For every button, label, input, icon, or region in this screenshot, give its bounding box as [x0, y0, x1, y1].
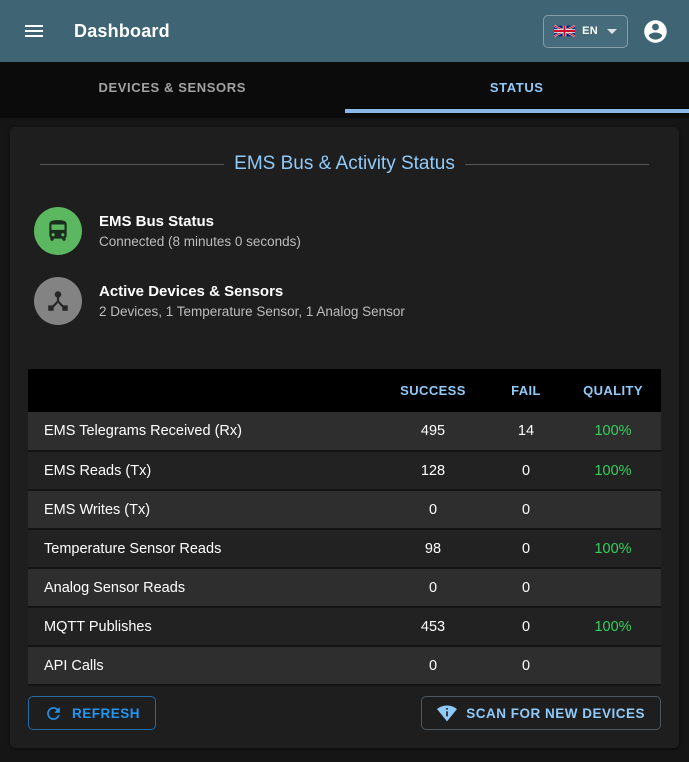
scan-label: SCAN FOR NEW DEVICES	[466, 706, 645, 721]
header-quality: QUALITY	[565, 369, 661, 412]
status-item-title: Active Devices & Sensors	[99, 283, 405, 300]
list-item-active-devices: Active Devices & Sensors 2 Devices, 1 Te…	[34, 277, 661, 325]
table-row: EMS Writes (Tx) 0 0	[28, 490, 661, 529]
app-bar: Dashboard EN	[0, 0, 689, 62]
row-quality: 100%	[565, 529, 661, 568]
devices-avatar	[34, 277, 82, 325]
menu-icon	[22, 19, 46, 43]
status-item-subtitle: Connected (8 minutes 0 seconds)	[99, 234, 301, 249]
active-tab-indicator	[345, 109, 689, 113]
table-row: EMS Reads (Tx) 128 0 100%	[28, 451, 661, 490]
table-header-row: SUCCESS FAIL QUALITY	[28, 369, 661, 412]
tab-label: DEVICES & SENSORS	[99, 80, 246, 95]
row-success: 128	[379, 451, 487, 490]
refresh-label: REFRESH	[72, 706, 140, 721]
row-success: 0	[379, 490, 487, 529]
table-row: MQTT Publishes 453 0 100%	[28, 607, 661, 646]
table-row: Temperature Sensor Reads 98 0 100%	[28, 529, 661, 568]
status-table-wrap: SUCCESS FAIL QUALITY EMS Telegrams Recei…	[28, 369, 661, 686]
row-label: EMS Writes (Tx)	[28, 490, 379, 529]
table-row: Analog Sensor Reads 0 0	[28, 568, 661, 607]
card-actions: REFRESH SCAN FOR NEW DEVICES	[28, 696, 661, 732]
row-fail: 0	[487, 529, 565, 568]
tab-status[interactable]: STATUS	[345, 62, 689, 112]
chevron-down-icon	[607, 29, 617, 34]
header-fail: FAIL	[487, 369, 565, 412]
table-row: EMS Telegrams Received (Rx) 495 14 100%	[28, 412, 661, 451]
account-circle-icon	[642, 18, 669, 45]
uk-flag-icon	[554, 25, 575, 37]
tab-devices-sensors[interactable]: DEVICES & SENSORS	[0, 62, 345, 112]
row-quality: 100%	[565, 451, 661, 490]
page-title: Dashboard	[74, 21, 170, 42]
tab-bar: DEVICES & SENSORS STATUS	[0, 62, 689, 118]
status-table-body: EMS Telegrams Received (Rx) 495 14 100% …	[28, 412, 661, 685]
tab-label: STATUS	[490, 80, 544, 95]
language-code: EN	[582, 25, 598, 37]
device-hub-icon	[45, 288, 71, 314]
account-button[interactable]	[636, 12, 675, 51]
row-quality	[565, 568, 661, 607]
row-quality: 100%	[565, 412, 661, 451]
header-blank	[28, 369, 379, 412]
row-success: 98	[379, 529, 487, 568]
row-label: EMS Telegrams Received (Rx)	[28, 412, 379, 451]
list-item-bus-status: EMS Bus Status Connected (8 minutes 0 se…	[34, 207, 661, 255]
divider-right	[465, 164, 649, 165]
status-card: EMS Bus & Activity Status EMS Bus Status…	[10, 127, 679, 748]
row-fail: 0	[487, 607, 565, 646]
card-title: EMS Bus & Activity Status	[224, 153, 465, 175]
card-title-row: EMS Bus & Activity Status	[40, 153, 649, 175]
row-label: EMS Reads (Tx)	[28, 451, 379, 490]
scan-devices-button[interactable]: SCAN FOR NEW DEVICES	[421, 696, 661, 730]
status-item-subtitle: 2 Devices, 1 Temperature Sensor, 1 Analo…	[99, 304, 405, 319]
header-success: SUCCESS	[379, 369, 487, 412]
row-quality	[565, 490, 661, 529]
bus-status-text: EMS Bus Status Connected (8 minutes 0 se…	[99, 213, 301, 249]
status-list: EMS Bus Status Connected (8 minutes 0 se…	[34, 207, 661, 347]
row-quality	[565, 646, 661, 685]
devices-text: Active Devices & Sensors 2 Devices, 1 Te…	[99, 283, 405, 319]
row-fail: 0	[487, 451, 565, 490]
status-item-title: EMS Bus Status	[99, 213, 301, 230]
scan-wifi-icon	[437, 703, 457, 723]
row-success: 0	[379, 568, 487, 607]
row-fail: 0	[487, 568, 565, 607]
table-row: API Calls 0 0	[28, 646, 661, 685]
menu-button[interactable]	[16, 13, 52, 49]
bus-status-avatar	[34, 207, 82, 255]
row-quality: 100%	[565, 607, 661, 646]
row-label: API Calls	[28, 646, 379, 685]
status-table-head: SUCCESS FAIL QUALITY	[28, 369, 661, 412]
language-selector[interactable]: EN	[543, 15, 628, 48]
row-label: Temperature Sensor Reads	[28, 529, 379, 568]
row-success: 0	[379, 646, 487, 685]
divider-left	[40, 164, 224, 165]
row-label: MQTT Publishes	[28, 607, 379, 646]
bus-icon	[45, 218, 71, 244]
status-table: SUCCESS FAIL QUALITY EMS Telegrams Recei…	[28, 369, 661, 686]
row-fail: 0	[487, 490, 565, 529]
row-success: 453	[379, 607, 487, 646]
refresh-button[interactable]: REFRESH	[28, 696, 156, 730]
row-success: 495	[379, 412, 487, 451]
row-label: Analog Sensor Reads	[28, 568, 379, 607]
refresh-icon	[44, 704, 63, 723]
row-fail: 14	[487, 412, 565, 451]
row-fail: 0	[487, 646, 565, 685]
